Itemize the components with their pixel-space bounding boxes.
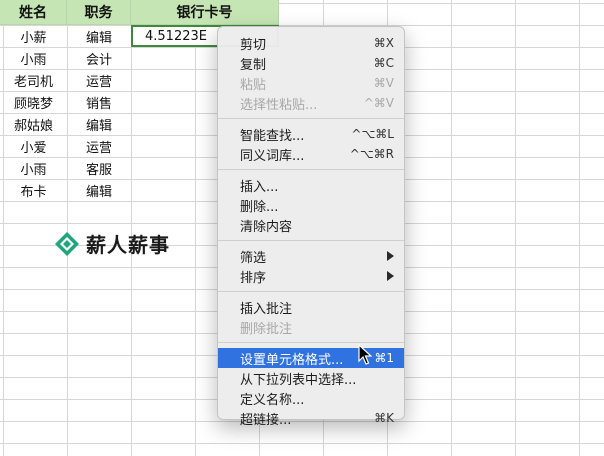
menu-shortcut: ^⌥⌘R bbox=[349, 147, 394, 161]
cell-name[interactable]: 老司机 bbox=[0, 69, 67, 91]
cell-name[interactable]: 小爱 bbox=[0, 135, 67, 157]
header-name[interactable]: 姓名 bbox=[0, 0, 67, 25]
menu-shortcut: ⌘V bbox=[373, 76, 394, 90]
menu-item-filter[interactable]: 筛选 bbox=[218, 246, 404, 266]
menu-item-label: 筛选 bbox=[240, 250, 267, 266]
menu-item-label: 插入批注 bbox=[240, 301, 293, 317]
menu-item-label: 删除... bbox=[240, 199, 279, 215]
menu-item-define-name[interactable]: 定义名称... bbox=[218, 388, 404, 408]
menu-item-label: 定义名称... bbox=[240, 392, 305, 408]
cell-role[interactable]: 销售 bbox=[67, 91, 131, 113]
menu-item-label: 删除批注 bbox=[240, 321, 293, 337]
menu-item-insert-comment[interactable]: 插入批注 bbox=[218, 297, 404, 317]
cell-name[interactable]: 郝姑娘 bbox=[0, 113, 67, 135]
menu-item-delete[interactable]: 删除... bbox=[218, 195, 404, 215]
menu-shortcut: ⌘K bbox=[374, 411, 394, 425]
cell-role[interactable]: 运营 bbox=[67, 135, 131, 157]
cell-name[interactable]: 小雨 bbox=[0, 47, 67, 69]
menu-item-cut[interactable]: 剪切 ⌘X bbox=[218, 33, 404, 53]
cell-name[interactable]: 布卡 bbox=[0, 179, 67, 201]
menu-item-label: 设置单元格格式... bbox=[240, 352, 344, 368]
menu-shortcut: ⌘C bbox=[373, 56, 394, 70]
submenu-arrow-icon bbox=[387, 271, 394, 281]
cell-role[interactable]: 运营 bbox=[67, 69, 131, 91]
cell-name[interactable]: 顾晓梦 bbox=[0, 91, 67, 113]
header-role[interactable]: 职务 bbox=[67, 0, 131, 25]
menu-item-paste: 粘贴 ⌘V bbox=[218, 73, 404, 93]
cell-role[interactable]: 会计 bbox=[67, 47, 131, 69]
menu-item-delete-comment: 删除批注 bbox=[218, 317, 404, 337]
header-bank-card[interactable]: 银行卡号 bbox=[131, 0, 279, 25]
menu-item-hyperlink[interactable]: 超链接... ⌘K bbox=[218, 408, 404, 428]
menu-item-thesaurus[interactable]: 同义词库... ^⌥⌘R bbox=[218, 144, 404, 164]
menu-item-label: 同义词库... bbox=[240, 148, 305, 164]
menu-item-label: 智能查找... bbox=[240, 128, 305, 144]
menu-item-label: 清除内容 bbox=[240, 219, 293, 235]
menu-separator bbox=[218, 169, 404, 170]
menu-separator bbox=[218, 240, 404, 241]
menu-item-label: 选择性粘贴... bbox=[240, 97, 318, 113]
logo-icon bbox=[55, 231, 79, 256]
cell-name[interactable]: 小薪 bbox=[0, 25, 67, 47]
menu-item-label: 插入... bbox=[240, 179, 279, 195]
menu-shortcut: ⌘1 bbox=[374, 351, 394, 365]
menu-item-label: 复制 bbox=[240, 57, 267, 73]
menu-item-clear-contents[interactable]: 清除内容 bbox=[218, 215, 404, 235]
menu-item-sort[interactable]: 排序 bbox=[218, 266, 404, 286]
logo-text: 薪人薪事 bbox=[86, 233, 170, 257]
menu-item-insert[interactable]: 插入... bbox=[218, 175, 404, 195]
menu-item-format-cells[interactable]: 设置单元格格式... ⌘1 bbox=[218, 348, 404, 368]
menu-shortcut: ⌘X bbox=[373, 36, 394, 50]
cell-role[interactable]: 编辑 bbox=[67, 179, 131, 201]
menu-item-smart-lookup[interactable]: 智能查找... ^⌥⌘L bbox=[218, 124, 404, 144]
context-menu: 剪切 ⌘X 复制 ⌘C 粘贴 ⌘V 选择性粘贴... ^⌘V 智能查找... ^… bbox=[217, 26, 405, 428]
mouse-cursor-icon bbox=[358, 344, 372, 365]
menu-shortcut: ^⌘V bbox=[363, 96, 394, 110]
menu-item-label: 粘贴 bbox=[240, 77, 267, 93]
menu-item-label: 剪切 bbox=[240, 37, 267, 53]
menu-item-label: 超链接... bbox=[240, 412, 292, 428]
cell-role[interactable]: 客服 bbox=[67, 157, 131, 179]
menu-separator bbox=[218, 342, 404, 343]
menu-separator bbox=[218, 118, 404, 119]
menu-item-pick-from-list[interactable]: 从下拉列表中选择... bbox=[218, 368, 404, 388]
cell-name[interactable]: 小雨 bbox=[0, 157, 67, 179]
menu-shortcut: ^⌥⌘L bbox=[351, 127, 394, 141]
cell-role[interactable]: 编辑 bbox=[67, 113, 131, 135]
cell-role[interactable]: 编辑 bbox=[67, 25, 131, 47]
menu-item-label: 从下拉列表中选择... bbox=[240, 372, 357, 388]
menu-separator bbox=[218, 291, 404, 292]
menu-item-copy[interactable]: 复制 ⌘C bbox=[218, 53, 404, 73]
menu-item-label: 排序 bbox=[240, 270, 267, 286]
submenu-arrow-icon bbox=[387, 251, 394, 261]
logo: 薪人薪事 bbox=[54, 229, 170, 258]
menu-item-paste-special: 选择性粘贴... ^⌘V bbox=[218, 93, 404, 113]
